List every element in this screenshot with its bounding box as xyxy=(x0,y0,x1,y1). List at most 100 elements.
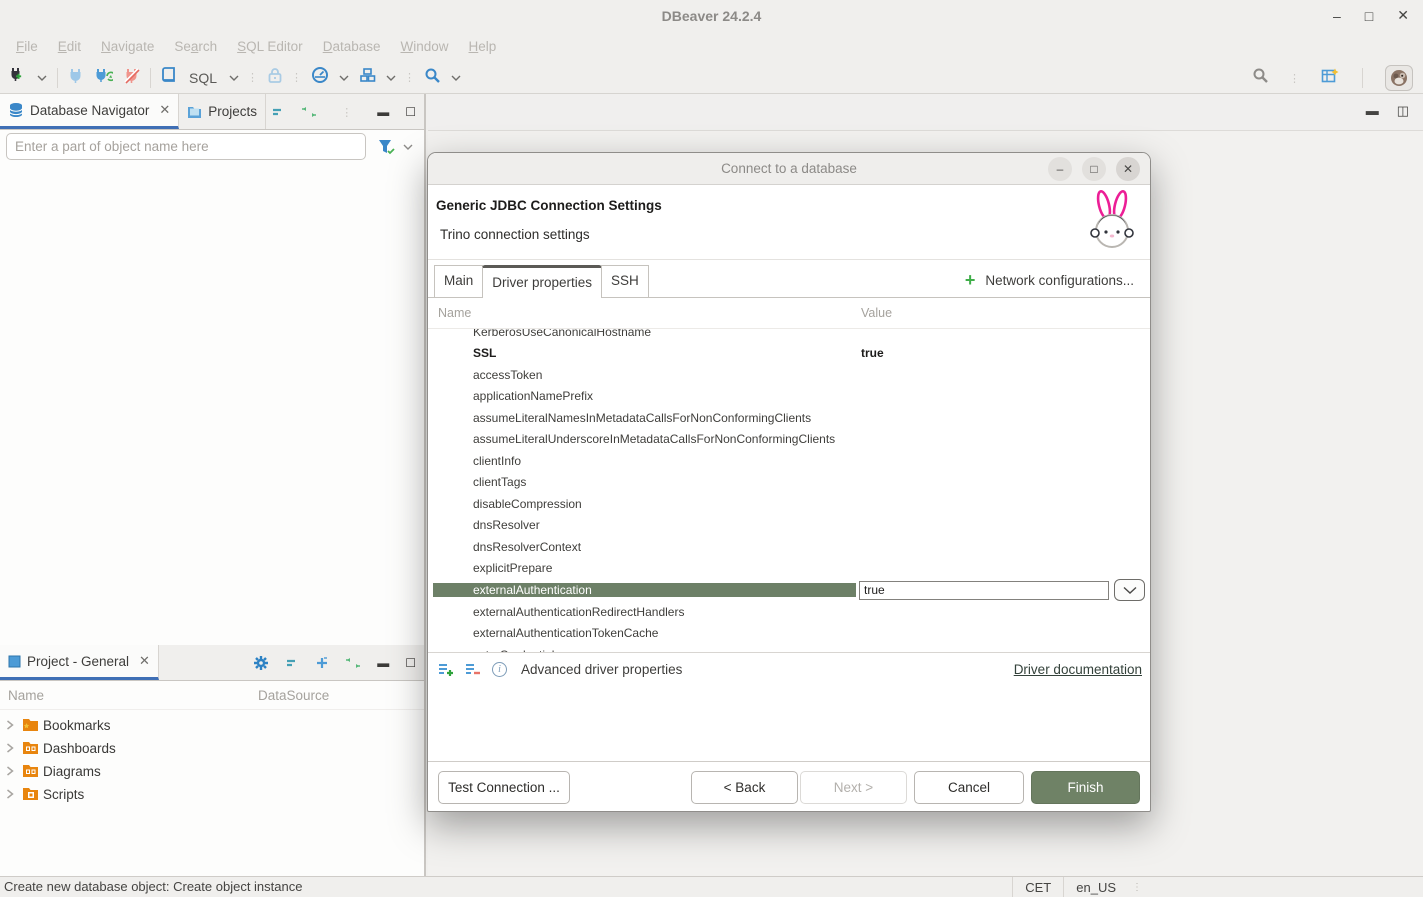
column-header-name[interactable]: Name xyxy=(0,688,258,703)
menu-item-window[interactable]: Window xyxy=(390,35,458,58)
driver-manager-dropdown-icon[interactable] xyxy=(386,73,396,83)
collapse-all-icon[interactable] xyxy=(285,657,299,669)
property-row-externalAuthenticationTokenCache[interactable]: externalAuthenticationTokenCache xyxy=(428,623,1150,645)
remove-property-icon[interactable] xyxy=(465,662,482,677)
dialog-tab-main[interactable]: Main xyxy=(434,265,483,297)
tab-project-general[interactable]: Project - General ✕ xyxy=(0,645,159,680)
new-connection-dropdown-icon[interactable] xyxy=(37,73,47,83)
property-row-assumeLiteralNamesInMetadataCallsForNonConformingClients[interactable]: assumeLiteralNamesInMetadataCallsForNonC… xyxy=(428,407,1150,429)
filter-icon[interactable] xyxy=(378,139,395,155)
tab-close-icon[interactable]: ✕ xyxy=(139,653,150,669)
tree-item-bookmarks[interactable]: Bookmarks xyxy=(0,714,424,737)
property-row-assumeLiteralUnderscoreInMetadataCallsForNonConformingClients[interactable]: assumeLiteralUnderscoreInMetadataCallsFo… xyxy=(428,429,1150,451)
menu-item-help[interactable]: Help xyxy=(459,35,507,58)
disconnect-icon[interactable] xyxy=(123,67,140,89)
property-row-extraCredentials[interactable]: extraCredentials xyxy=(428,644,1150,652)
property-row-SSL[interactable]: SSLtrue xyxy=(428,343,1150,365)
tree-item-diagrams[interactable]: Diagrams xyxy=(0,760,424,783)
tree-item-dashboards[interactable]: Dashboards xyxy=(0,737,424,760)
menu-item-search[interactable]: Search xyxy=(164,35,227,58)
link-with-editor-icon[interactable] xyxy=(345,657,361,669)
test-connection-button[interactable]: Test Connection ... xyxy=(438,771,570,804)
sql-dropdown-label[interactable]: SQL xyxy=(189,70,217,86)
property-row-KerberosUseCanonicalHostname[interactable]: KerberosUseCanonicalHostname xyxy=(428,329,1150,343)
connect-icon[interactable] xyxy=(68,67,84,89)
search-dropdown-icon[interactable] xyxy=(451,73,461,83)
global-search-icon[interactable] xyxy=(1252,67,1269,89)
expand-chevron-icon[interactable] xyxy=(6,718,18,733)
collapse-all-icon[interactable] xyxy=(271,106,285,118)
window-minimize-icon[interactable]: – xyxy=(1333,8,1341,24)
window-close-icon[interactable]: ✕ xyxy=(1397,7,1409,24)
dialog-tab-ssh[interactable]: SSH xyxy=(601,265,649,297)
cancel-button[interactable]: Cancel xyxy=(914,771,1024,804)
column-header-datasource[interactable]: DataSource xyxy=(258,688,329,703)
column-header-name[interactable]: Name xyxy=(438,306,471,320)
commit-mode-lock-icon[interactable] xyxy=(267,67,283,89)
network-configurations-button[interactable]: + Network configurations... xyxy=(965,271,1134,289)
view-menu-icon[interactable]: ⋮ xyxy=(341,106,353,119)
reconnect-icon[interactable] xyxy=(94,67,113,89)
dialog-minimize-icon[interactable]: – xyxy=(1048,157,1072,181)
link-with-editor-icon[interactable] xyxy=(301,106,317,118)
settings-gear-icon[interactable] xyxy=(253,655,269,671)
maximize-editor-icon[interactable]: ◫ xyxy=(1397,103,1409,119)
search-icon[interactable] xyxy=(424,67,441,89)
dashboard-icon[interactable] xyxy=(311,66,329,89)
filter-dropdown-icon[interactable] xyxy=(403,142,413,152)
property-row-applicationNamePrefix[interactable]: applicationNamePrefix xyxy=(428,386,1150,408)
property-row-disableCompression[interactable]: disableCompression xyxy=(428,493,1150,515)
minimize-panel-icon[interactable]: ▬ xyxy=(377,656,389,670)
menu-item-navigate[interactable]: Navigate xyxy=(91,35,164,58)
object-filter-input[interactable] xyxy=(6,133,366,160)
property-row-explicitPrepare[interactable]: explicitPrepare xyxy=(428,558,1150,580)
dashboard-dropdown-icon[interactable] xyxy=(339,73,349,83)
info-icon: i xyxy=(492,662,507,677)
minimize-editor-icon[interactable]: ▬ xyxy=(1366,103,1379,119)
maximize-panel-icon[interactable]: ☐ xyxy=(405,656,416,670)
property-row-externalAuthentication[interactable]: externalAuthentication xyxy=(428,579,1150,601)
menu-item-file[interactable]: File xyxy=(6,35,48,58)
dialog-close-icon[interactable]: ✕ xyxy=(1116,157,1140,181)
property-value-input[interactable] xyxy=(859,581,1109,600)
driver-documentation-link[interactable]: Driver documentation xyxy=(1014,662,1142,677)
tree-item-scripts[interactable]: Scripts xyxy=(0,783,424,806)
new-connection-icon[interactable] xyxy=(8,66,27,89)
column-header-value[interactable]: Value xyxy=(861,306,892,320)
beaver-avatar-icon[interactable] xyxy=(1385,65,1413,91)
add-property-icon[interactable] xyxy=(438,662,455,677)
navigator-tree-area[interactable] xyxy=(0,163,424,645)
property-row-clientInfo[interactable]: clientInfo xyxy=(428,450,1150,472)
tab-projects[interactable]: Projects xyxy=(179,94,266,129)
timezone-indicator[interactable]: CET xyxy=(1012,877,1063,897)
property-row-dnsResolver[interactable]: dnsResolver xyxy=(428,515,1150,537)
expand-all-icon[interactable] xyxy=(315,656,329,670)
sql-dropdown-icon[interactable] xyxy=(229,73,239,83)
dialog-titlebar[interactable]: Connect to a database – □ ✕ xyxy=(428,153,1150,185)
tab-database-navigator[interactable]: Database Navigator ✕ xyxy=(0,94,179,129)
property-row-clientTags[interactable]: clientTags xyxy=(428,472,1150,494)
expand-chevron-icon[interactable] xyxy=(6,787,18,802)
property-row-externalAuthenticationRedirectHandlers[interactable]: externalAuthenticationRedirectHandlers xyxy=(428,601,1150,623)
tab-close-icon[interactable]: ✕ xyxy=(159,102,170,118)
driver-manager-icon[interactable] xyxy=(359,67,376,88)
new-window-layout-icon[interactable] xyxy=(1321,67,1340,90)
window-maximize-icon[interactable]: □ xyxy=(1365,8,1373,24)
menu-item-sql-editor[interactable]: SQL Editor xyxy=(227,35,313,58)
menu-item-database[interactable]: Database xyxy=(313,35,391,58)
expand-chevron-icon[interactable] xyxy=(6,764,18,779)
dialog-maximize-icon[interactable]: □ xyxy=(1082,157,1106,181)
menu-item-edit[interactable]: Edit xyxy=(48,35,91,58)
property-row-dnsResolverContext[interactable]: dnsResolverContext xyxy=(428,536,1150,558)
expand-chevron-icon[interactable] xyxy=(6,741,18,756)
back-button[interactable]: < Back xyxy=(691,771,798,804)
next-button[interactable]: Next > xyxy=(800,771,907,804)
finish-button[interactable]: Finish xyxy=(1031,771,1140,804)
locale-indicator[interactable]: en_US xyxy=(1063,877,1128,897)
property-row-accessToken[interactable]: accessToken xyxy=(428,364,1150,386)
minimize-panel-icon[interactable]: ▬ xyxy=(377,105,389,119)
maximize-panel-icon[interactable]: ☐ xyxy=(405,105,416,119)
sql-editor-icon[interactable] xyxy=(161,66,177,89)
dialog-tab-driver-properties[interactable]: Driver properties xyxy=(482,265,602,298)
property-value-dropdown-icon[interactable] xyxy=(1114,579,1145,601)
